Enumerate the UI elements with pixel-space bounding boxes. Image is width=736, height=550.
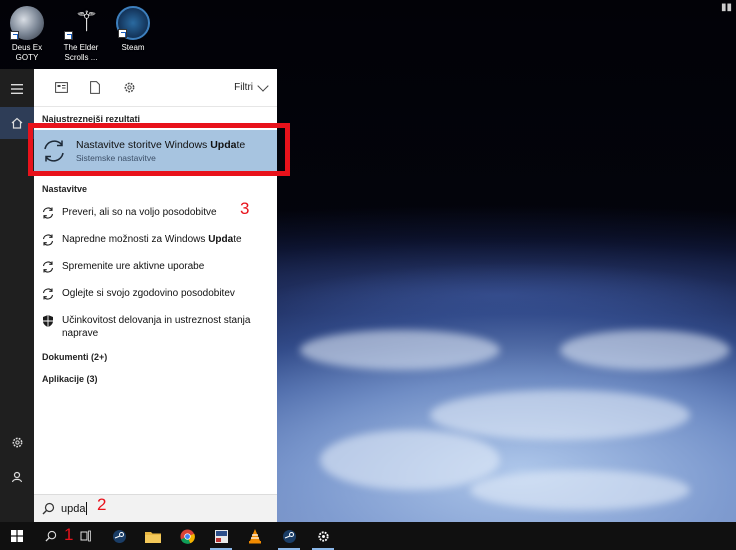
- settings-gear-icon[interactable]: [0, 426, 34, 458]
- category-apps[interactable]: Aplikacije (3): [34, 374, 277, 384]
- category-label: Dokumenti (2+): [42, 352, 108, 362]
- annotation-number-2: 2: [97, 495, 107, 514]
- refresh-icon: [42, 207, 54, 219]
- desktop-icon-label: Steam: [121, 43, 145, 52]
- taskbar-steam-icon-2[interactable]: [272, 522, 306, 550]
- cloud: [320, 430, 500, 490]
- hamburger-menu-icon[interactable]: [0, 73, 34, 105]
- list-item[interactable]: Učinkovitost delovanja in ustreznost sta…: [34, 314, 277, 340]
- vlc-icon[interactable]: [238, 522, 272, 550]
- settings-filter-icon[interactable]: [112, 73, 146, 103]
- taskbar-search-icon[interactable]: [34, 522, 68, 550]
- search-input[interactable]: upda: [34, 494, 277, 522]
- desktop-icon-elder-scrolls[interactable]: ⚚ The Elder Scrolls ...: [55, 4, 107, 63]
- cloud: [300, 330, 500, 370]
- annotation-number-3: 3: [240, 199, 250, 218]
- text-caret: [86, 502, 88, 515]
- annotation-number-1: 1: [64, 525, 74, 544]
- filters-dropdown[interactable]: Filtri: [234, 79, 269, 93]
- desktop-icon-steam[interactable]: Steam: [107, 4, 159, 53]
- refresh-icon: [42, 261, 54, 273]
- cloud: [430, 390, 690, 440]
- taskbar-steam-icon[interactable]: [102, 522, 136, 550]
- windows-start-icon[interactable]: [0, 522, 34, 550]
- shield-icon: [43, 315, 53, 327]
- search-query-text: upda: [61, 502, 86, 515]
- settings-section-header: Nastavitve: [42, 184, 88, 194]
- cloud: [470, 470, 690, 510]
- elder-scrolls-icon: ⚚: [64, 6, 99, 40]
- search-icon: [42, 502, 55, 515]
- list-item[interactable]: Oglejte si svojo zgodovino posodobitev: [34, 287, 277, 301]
- file-explorer-icon[interactable]: [136, 522, 170, 550]
- list-item-label: Spremenite ure aktivne uporabe: [62, 261, 205, 272]
- list-item-label: Napredne možnosti za Windows Update: [62, 234, 242, 245]
- highlight-annotation-box: [28, 123, 290, 176]
- list-item[interactable]: Spremenite ure aktivne uporabe: [34, 260, 277, 274]
- search-toolbar: Filtri: [34, 69, 277, 107]
- apps-filter-icon[interactable]: [44, 73, 78, 103]
- shortcut-arrow-icon: [118, 29, 127, 38]
- desktop-icon-label: The Elder Scrolls ...: [63, 43, 99, 62]
- taskbar: [0, 522, 736, 550]
- corner-icon: ▮▮: [720, 2, 732, 13]
- user-feedback-icon[interactable]: [0, 461, 34, 493]
- settings-gear-icon[interactable]: [306, 522, 340, 550]
- list-item-label: Učinkovitost delovanja in ustreznost sta…: [62, 315, 251, 339]
- desktop-icon-deus-ex[interactable]: Deus Ex GOTY: [1, 4, 53, 63]
- chrome-icon[interactable]: [170, 522, 204, 550]
- documents-filter-icon[interactable]: [78, 73, 112, 103]
- refresh-icon: [42, 234, 54, 246]
- app-icon[interactable]: [204, 522, 238, 550]
- shortcut-arrow-icon: [10, 31, 19, 40]
- category-label: Aplikacije (3): [42, 374, 98, 384]
- desktop-icon-label: Deus Ex GOTY: [11, 43, 43, 62]
- chevron-down-icon: [257, 79, 269, 92]
- filters-label: Filtri: [234, 82, 253, 93]
- cloud: [560, 330, 730, 370]
- refresh-icon: [42, 288, 54, 300]
- category-documents[interactable]: Dokumenti (2+): [34, 352, 277, 362]
- deus-ex-icon: [10, 6, 44, 40]
- steam-icon: [116, 6, 150, 40]
- list-item-label: Oglejte si svojo zgodovino posodobitev: [62, 288, 235, 299]
- shortcut-arrow-icon: [64, 31, 73, 40]
- list-item-label: Preveri, ali so na voljo posodobitve: [62, 207, 217, 218]
- list-item[interactable]: Napredne možnosti za Windows Update: [34, 233, 277, 247]
